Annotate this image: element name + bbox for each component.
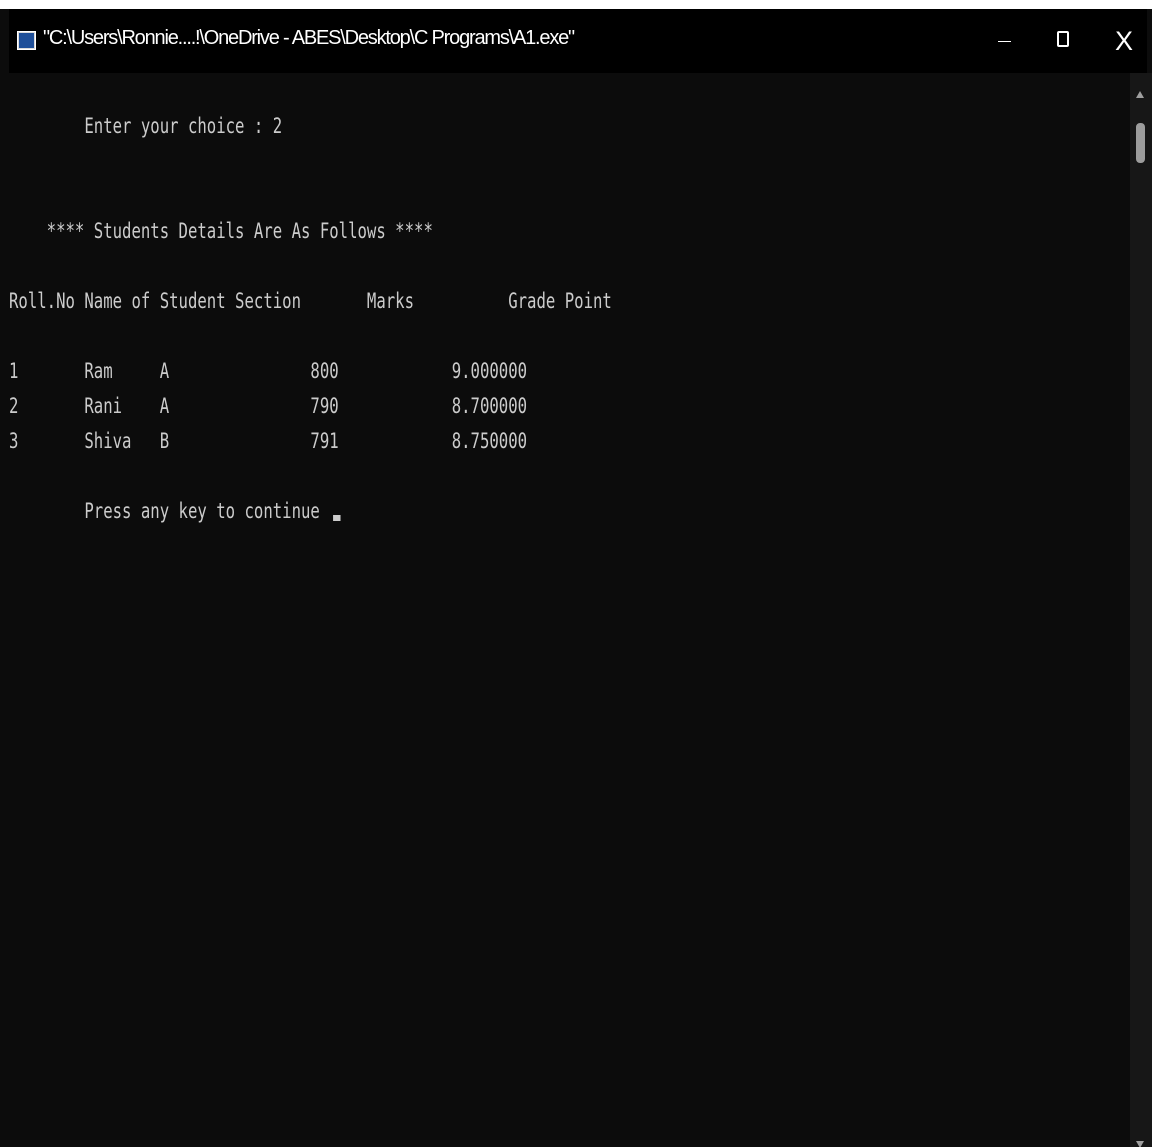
scroll-down-arrow-icon[interactable] (1136, 1141, 1144, 1147)
scroll-up-arrow-icon[interactable] (1136, 91, 1144, 98)
minimize-button[interactable] (974, 9, 1034, 73)
window-top-edge (0, 0, 1152, 9)
window-title: "C:\Users\Ronnie....!\OneDrive - ABES\De… (43, 27, 575, 49)
console-app-icon[interactable] (17, 31, 36, 50)
title-bar[interactable]: "C:\Users\Ronnie....!\OneDrive - ABES\De… (9, 9, 1147, 73)
table-row: 3 Shiva B 791 8.750000 (9, 429, 528, 453)
continue-prompt-text: Press any key to continue (9, 499, 330, 523)
close-button[interactable]: X (1094, 9, 1152, 73)
table-row: 1 Ram A 800 9.000000 (9, 359, 528, 383)
maximize-button[interactable] (1034, 9, 1094, 73)
console-output[interactable]: Enter your choice : 2 **** Students Deta… (9, 73, 1130, 1147)
close-icon: X (1114, 26, 1133, 56)
table-row: 2 Rani A 790 8.700000 (9, 394, 528, 418)
prompt-choice-line: Enter your choice : 2 (9, 114, 283, 138)
details-heading-line: **** Students Details Are As Follows ***… (9, 219, 433, 243)
vertical-scrollbar[interactable] (1130, 73, 1152, 1147)
scrollbar-thumb[interactable] (1136, 123, 1145, 163)
text-cursor (332, 515, 341, 521)
table-header-line: Roll.No Name of Student Section Marks Gr… (9, 289, 612, 313)
continue-prompt-line: Press any key to continue (9, 498, 341, 524)
console-window: "C:\Users\Ronnie....!\OneDrive - ABES\De… (0, 0, 1152, 1147)
